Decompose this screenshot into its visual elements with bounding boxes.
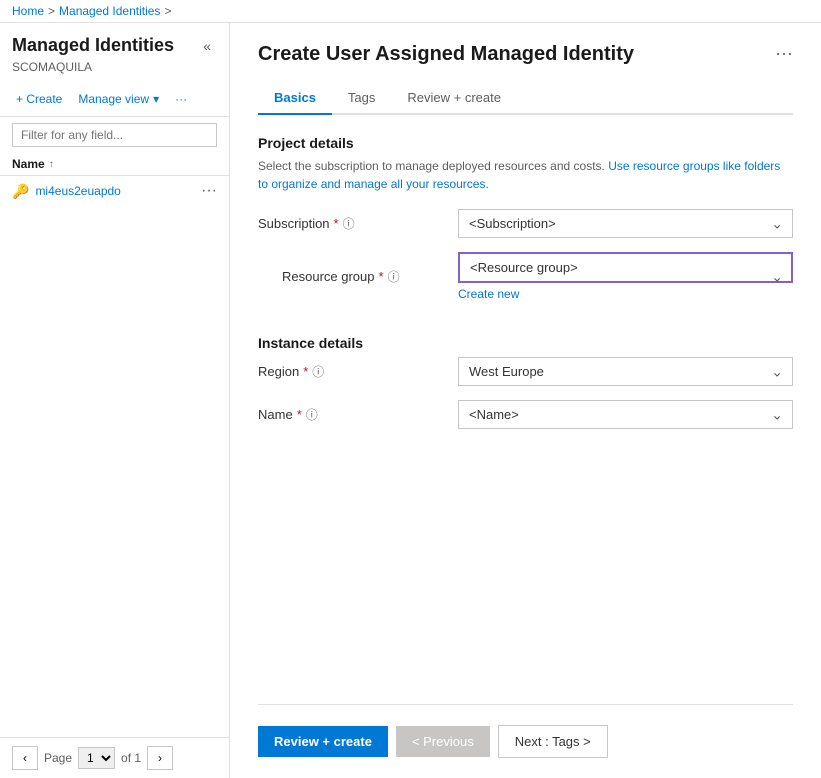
instance-details-title: Instance details [258,335,793,351]
name-column-label: Name [12,157,45,171]
page-select[interactable]: 1 [78,747,115,769]
sidebar-list: 🔑 mi4eus2euapdo ··· [0,176,229,737]
list-item[interactable]: 🔑 mi4eus2euapdo ··· [0,176,229,206]
breadcrumb-sep1: > [48,4,55,18]
breadcrumb: Home > Managed Identities > [0,0,821,23]
name-label: Name * ⓘ [258,406,458,423]
sidebar-title: Managed Identities [12,35,174,56]
breadcrumb-sep2: > [164,4,171,18]
create-new-link[interactable]: Create new [458,287,793,301]
panel-title: Create User Assigned Managed Identity [258,43,634,66]
region-row: Region * ⓘ West Europe [258,357,793,386]
tab-bar: Basics Tags Review + create [258,82,793,115]
project-desc-plain: Select the subscription to manage deploy… [258,159,608,173]
breadcrumb-home[interactable]: Home [12,4,44,18]
sidebar-collapse-button[interactable]: « [197,36,217,56]
resource-group-required: * [379,269,384,284]
chevron-down-icon: ▾ [153,92,159,106]
identity-icon: 🔑 [12,183,29,200]
panel-more-button[interactable]: ··· [775,43,793,64]
project-details-title: Project details [258,135,793,151]
tab-basics[interactable]: Basics [258,82,332,115]
next-page-button[interactable]: › [147,746,173,770]
tab-review-create[interactable]: Review + create [391,82,517,115]
region-info-icon[interactable]: ⓘ [312,363,324,380]
filter-input[interactable] [12,123,217,147]
subscription-label: Subscription * ⓘ [258,215,458,232]
resource-group-control: <Resource group> Create new [458,252,793,301]
subscription-row: Subscription * ⓘ <Subscription> [258,209,793,238]
panel-footer: Review + create < Previous Next : Tags > [258,704,793,758]
region-label: Region * ⓘ [258,363,458,380]
sidebar: Managed Identities « SCOMAQUILA + Create… [0,23,230,778]
resource-group-label: Resource group * ⓘ [258,268,458,285]
name-select[interactable]: <Name> [458,400,793,429]
subscription-select[interactable]: <Subscription> [458,209,793,238]
page-label: Page [44,751,72,765]
previous-button[interactable]: < Previous [396,726,490,757]
resource-group-info-icon[interactable]: ⓘ [388,268,400,285]
manage-view-label: Manage view [78,92,149,106]
create-button[interactable]: + Create [12,88,66,110]
subscription-required: * [334,216,339,231]
name-control: <Name> [458,400,793,429]
toolbar-more-button[interactable]: ··· [171,88,191,110]
item-more-button[interactable]: ··· [201,182,217,200]
sort-icon[interactable]: ↑ [49,159,54,170]
next-button[interactable]: Next : Tags > [498,725,608,758]
review-create-button[interactable]: Review + create [258,726,388,757]
region-required: * [303,364,308,379]
resource-group-row: Resource group * ⓘ <Resource group> Crea… [258,252,793,301]
region-control: West Europe [458,357,793,386]
sidebar-toolbar: + Create Manage view ▾ ··· [0,82,229,117]
manage-view-button[interactable]: Manage view ▾ [74,88,163,110]
name-required: * [297,407,302,422]
content-panel: Create User Assigned Managed Identity ··… [230,23,821,778]
subscription-control: <Subscription> [458,209,793,238]
sidebar-footer: ‹ Page 1 of 1 › [0,737,229,778]
project-details-section: Project details Select the subscription … [258,135,793,315]
subscription-info-icon[interactable]: ⓘ [343,215,355,232]
instance-details-section: Instance details Region * ⓘ West Europe … [258,335,793,443]
project-details-desc: Select the subscription to manage deploy… [258,157,793,193]
prev-page-button[interactable]: ‹ [12,746,38,770]
sidebar-filter [0,117,229,153]
of-label: of 1 [121,751,141,765]
item-label: mi4eus2euapdo [35,184,195,198]
name-row: Name * ⓘ <Name> [258,400,793,429]
sidebar-subtitle: SCOMAQUILA [0,60,229,82]
panel-header: Create User Assigned Managed Identity ··… [258,43,793,66]
name-info-icon[interactable]: ⓘ [306,406,318,423]
region-select[interactable]: West Europe [458,357,793,386]
column-header: Name ↑ [0,153,229,176]
breadcrumb-managed-identities[interactable]: Managed Identities [59,4,160,18]
tab-tags[interactable]: Tags [332,82,391,115]
resource-group-select[interactable]: <Resource group> [458,252,793,283]
